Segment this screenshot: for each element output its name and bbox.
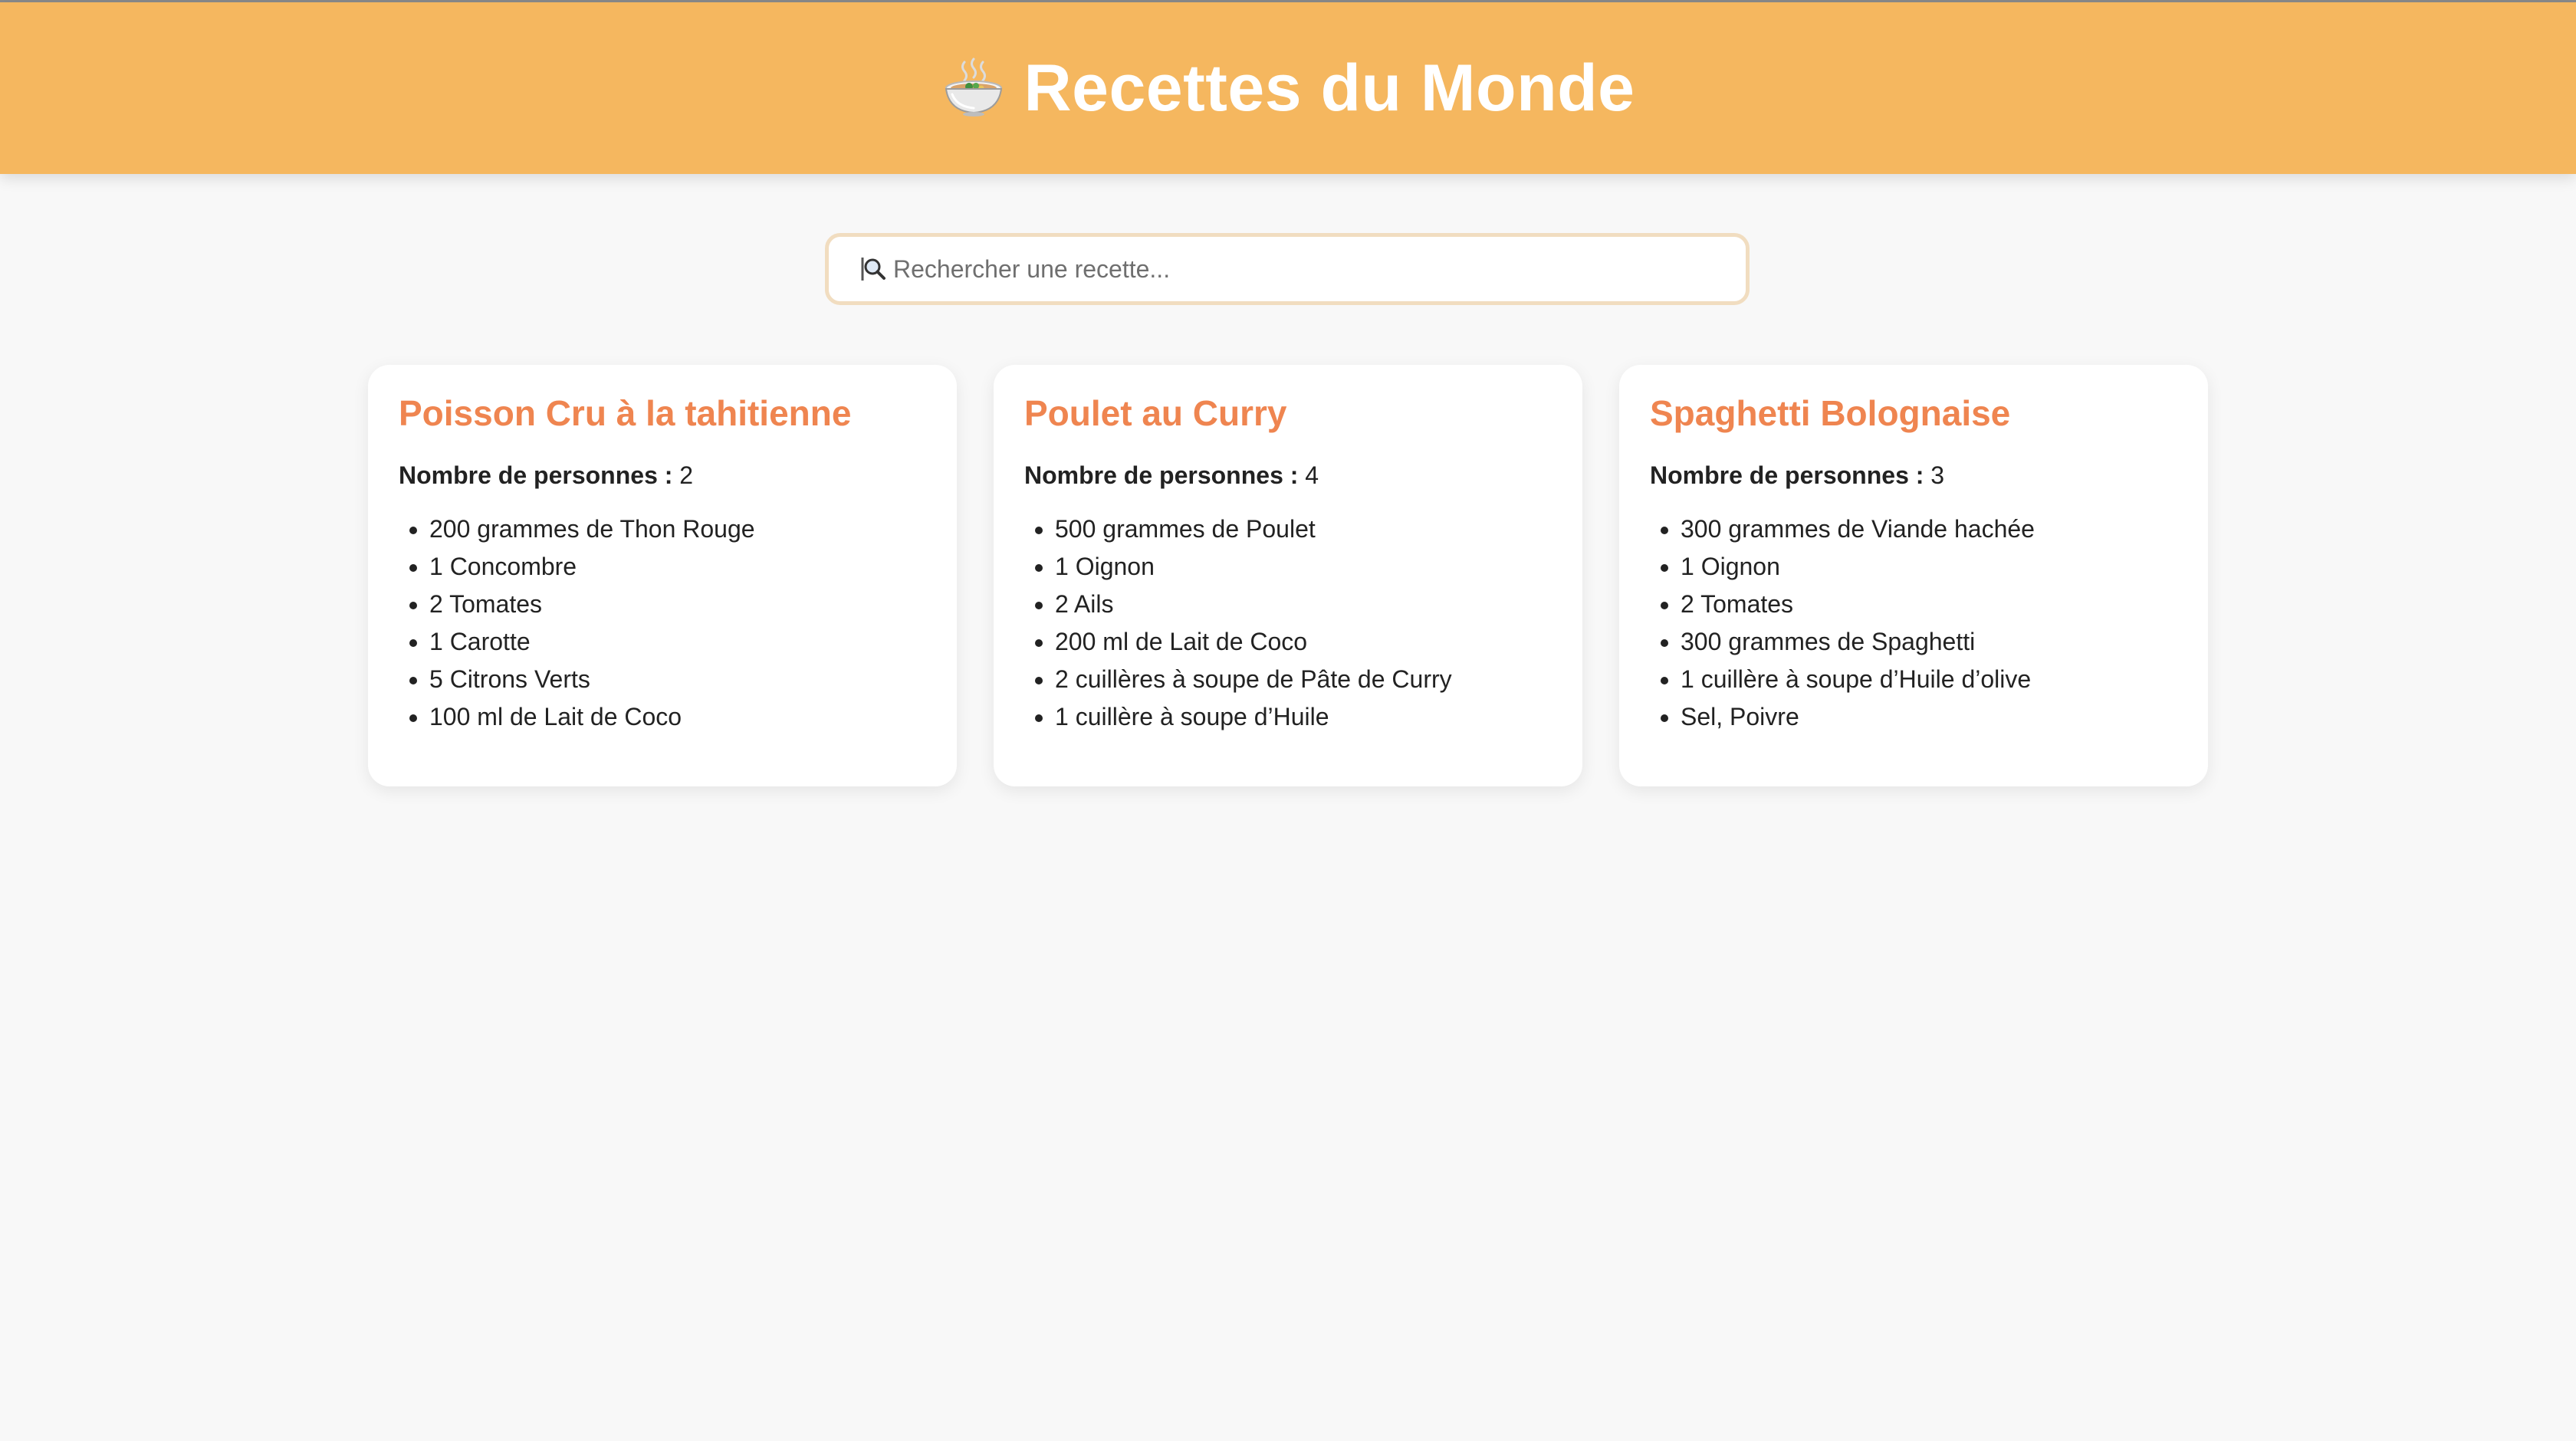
recipe-title: Poulet au Curry [1024,393,1287,433]
servings-value: 2 [679,461,694,490]
site-header: Recettes du Monde [0,2,2576,174]
ingredient-item: 2 Tomates [429,586,926,623]
site-title: Recettes du Monde [1024,51,1635,125]
ingredient-item: Sel, Poivre [1681,698,2177,736]
recipe-servings: Nombre de personnes : 3 [1650,461,2177,490]
ingredient-item: 1 Carotte [429,623,926,661]
ingredient-item: 200 grammes de Thon Rouge [429,510,926,548]
recipe-card: Poulet au Curry Nombre de personnes : 4 … [994,365,1582,786]
ingredient-item: 1 cuillère à soupe d’Huile [1055,698,1552,736]
bowl-with-steam-icon [945,57,1002,117]
servings-label: Nombre de personnes : [1650,461,1924,490]
servings-value: 4 [1305,461,1319,490]
ingredient-list: 500 grammes de Poulet 1 Oignon 2 Ails 20… [1024,510,1552,736]
ingredient-item: 100 ml de Lait de Coco [429,698,926,736]
ingredient-item: 500 grammes de Poulet [1055,510,1552,548]
search-box[interactable] [825,233,1750,305]
ingredient-item: 200 ml de Lait de Coco [1055,623,1552,661]
ingredient-item: 5 Citrons Verts [429,661,926,698]
ingredient-item: 1 Concombre [429,548,926,586]
magnifier-icon [861,258,886,281]
ingredient-item: 2 Ails [1055,586,1552,623]
ingredient-item: 1 cuillère à soupe d’Huile d’olive [1681,661,2177,698]
ingredient-item: 300 grammes de Viande hachée [1681,510,2177,548]
recipe-list: Poisson Cru à la tahitienne Nombre de pe… [368,365,2208,786]
ingredient-item: 1 Oignon [1055,548,1552,586]
ingredient-item: 300 grammes de Spaghetti [1681,623,2177,661]
servings-value: 3 [1930,461,1945,490]
search-input[interactable] [893,254,1721,284]
ingredient-list: 300 grammes de Viande hachée 1 Oignon 2 … [1650,510,2177,736]
recipe-card: Poisson Cru à la tahitienne Nombre de pe… [368,365,957,786]
servings-label: Nombre de personnes : [399,461,673,490]
ingredient-item: 2 cuillères à soupe de Pâte de Curry [1055,661,1552,698]
ingredient-list: 200 grammes de Thon Rouge 1 Concombre 2 … [399,510,926,736]
ingredient-item: 1 Oignon [1681,548,2177,586]
ingredient-item: 2 Tomates [1681,586,2177,623]
recipe-title: Spaghetti Bolognaise [1650,393,2011,433]
recipe-title: Poisson Cru à la tahitienne [399,393,852,433]
servings-label: Nombre de personnes : [1024,461,1299,490]
recipe-servings: Nombre de personnes : 4 [1024,461,1552,490]
header-inner: Recettes du Monde [941,51,1635,126]
recipe-servings: Nombre de personnes : 2 [399,461,926,490]
recipe-card: Spaghetti Bolognaise Nombre de personnes… [1619,365,2208,786]
